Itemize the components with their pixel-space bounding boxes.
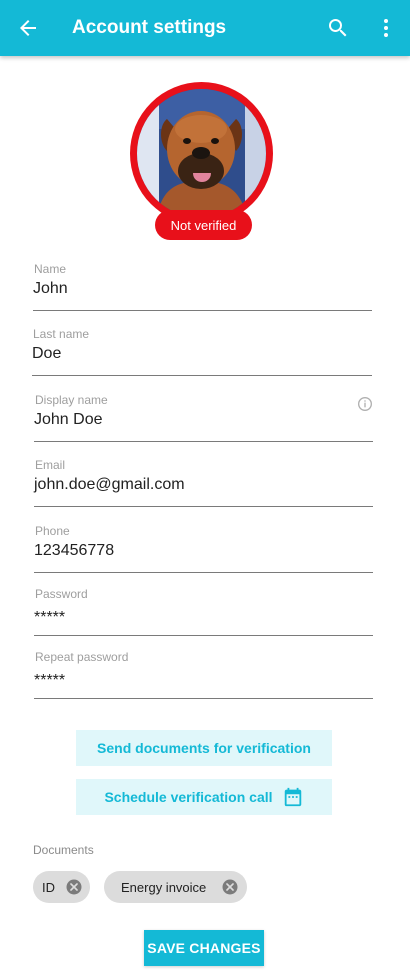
avatar[interactable] <box>130 82 273 225</box>
app-bar: Account settings <box>0 0 410 56</box>
password-label: Password <box>35 587 88 601</box>
phone-label: Phone <box>35 524 70 538</box>
dog-photo <box>137 89 266 218</box>
calendar-icon <box>282 786 304 808</box>
repeat-password-label: Repeat password <box>35 650 129 664</box>
display-name-underline <box>34 441 373 442</box>
last-name-label: Last name <box>33 327 90 341</box>
schedule-call-label: Schedule verification call <box>104 789 273 805</box>
send-documents-button[interactable]: Send documents for verification <box>76 730 332 766</box>
email-value[interactable]: john.doe@gmail.com <box>34 476 185 494</box>
page-title: Account settings <box>72 17 227 38</box>
display-name-label: Display name <box>35 393 108 407</box>
remove-chip-icon[interactable] <box>65 878 83 899</box>
send-documents-label: Send documents for verification <box>97 740 311 756</box>
back-arrow-icon[interactable] <box>8 0 48 56</box>
last-name-value[interactable]: Doe <box>32 345 61 363</box>
last-name-underline <box>32 375 372 376</box>
more-vert-icon[interactable] <box>366 0 406 56</box>
repeat-password-underline <box>34 698 373 699</box>
email-label: Email <box>35 458 66 472</box>
save-changes-button[interactable]: SAVE CHANGES <box>144 930 264 966</box>
password-value[interactable]: ***** <box>34 609 65 627</box>
search-icon[interactable] <box>318 0 358 56</box>
email-underline <box>34 506 373 507</box>
repeat-password-value[interactable]: ***** <box>34 672 65 690</box>
name-label: Name <box>34 262 67 276</box>
display-name-value[interactable]: John Doe <box>34 411 103 429</box>
password-underline <box>34 635 373 636</box>
name-value[interactable]: John <box>33 280 68 298</box>
document-chip-energy-invoice[interactable]: Energy invoice <box>104 871 247 903</box>
phone-underline <box>34 572 373 573</box>
name-underline <box>33 310 372 311</box>
remove-chip-icon[interactable] <box>221 878 239 899</box>
documents-label: Documents <box>33 843 94 857</box>
phone-value[interactable]: 123456778 <box>34 542 114 560</box>
document-chip-label: Energy invoice <box>121 879 207 895</box>
document-chip-label: ID <box>42 879 55 895</box>
status-badge: Not verified <box>155 210 252 240</box>
info-icon[interactable] <box>357 396 373 417</box>
schedule-call-button[interactable]: Schedule verification call <box>76 779 332 815</box>
document-chip-id[interactable]: ID <box>33 871 90 903</box>
